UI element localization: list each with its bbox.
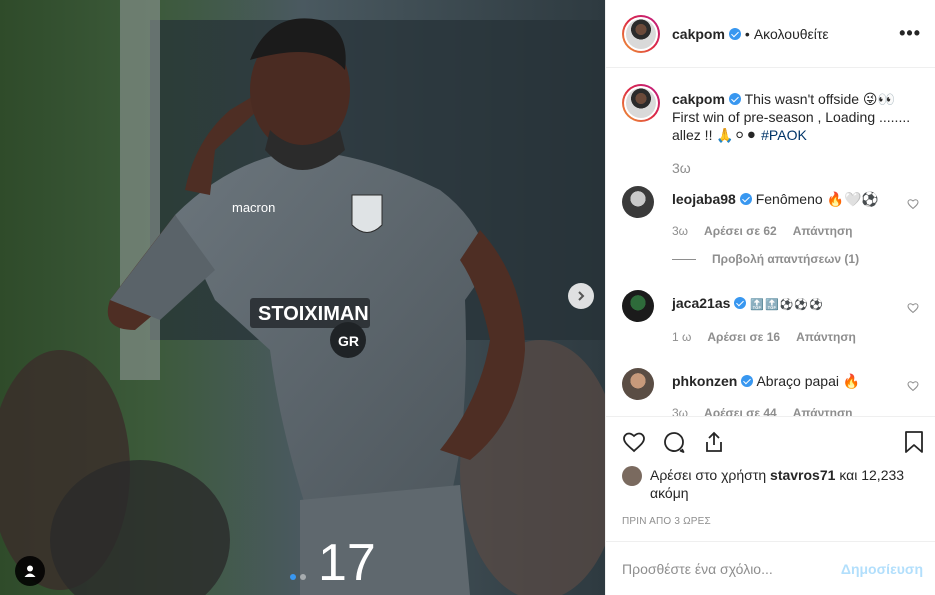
comment-item: leojaba98 Fenômeno 🔥🤍⚽ 3ω Αρέσει σε 62 Α… <box>622 186 919 268</box>
post-header: cakpom • Ακολουθείτε ••• <box>606 0 935 68</box>
post-side-panel: cakpom • Ακολουθείτε ••• cakpom This was… <box>605 0 935 595</box>
verified-badge-icon <box>741 375 754 387</box>
view-replies-label: Προβολή απαντήσεων (1) <box>712 252 860 266</box>
hashtag-link[interactable]: #PAOK <box>761 127 807 143</box>
sponsor-sub-text: GR <box>338 333 359 349</box>
shorts-number: 17 <box>318 534 376 592</box>
post-timestamp[interactable]: ΠΡΙΝ ΑΠΟ 3 ΩΡΕΣ <box>606 502 935 527</box>
comment-likes[interactable]: Αρέσει σε 62 <box>704 222 777 240</box>
like-comment-heart-icon[interactable] <box>907 198 919 210</box>
comments-list[interactable]: cakpom This wasn't offside 😜👀 First win … <box>606 68 935 416</box>
comment-item: phkonzen Abraço papai 🔥 3ω Αρέσει σε 44 … <box>622 368 919 416</box>
caption-avatar[interactable] <box>622 84 660 122</box>
like-comment-heart-icon[interactable] <box>907 380 919 392</box>
view-replies-button[interactable]: Προβολή απαντήσεων (1) <box>672 250 919 268</box>
brand-text: macron <box>232 200 275 215</box>
add-comment-form: Προσθέστε ένα σχόλιο... Δημοσίευση <box>606 541 935 595</box>
verified-badge-icon <box>734 297 747 309</box>
reply-button[interactable]: Απάντηση <box>793 222 853 240</box>
verified-badge-icon <box>728 93 741 105</box>
likes-prefix: Αρέσει στο χρήστη <box>650 467 767 483</box>
caption-time: 3ω <box>672 160 691 176</box>
caption-username[interactable]: cakpom <box>672 91 725 107</box>
commenter-avatar[interactable] <box>622 368 654 400</box>
comment-time: 1 ω <box>672 330 692 344</box>
likes-summary: Αρέσει στο χρήστη stavros71 και 12,233 α… <box>606 466 935 502</box>
next-slide-button[interactable] <box>568 283 594 309</box>
commenter-avatar[interactable] <box>622 186 654 218</box>
comment-text: Fenômeno 🔥🤍⚽ <box>755 191 879 207</box>
verified-badge-icon <box>739 193 752 205</box>
author-username[interactable]: cakpom <box>672 26 725 42</box>
comment-bubble-icon[interactable] <box>662 430 686 454</box>
post-photo[interactable]: STOIXIMAN GR macron 17 <box>0 0 605 595</box>
comment-time: 3ω <box>672 224 689 238</box>
post-comment-button[interactable]: Δημοσίευση <box>829 561 935 577</box>
sponsor-text: STOIXIMAN <box>258 303 369 325</box>
following-button[interactable]: Ακολουθείτε <box>754 26 829 42</box>
comment-text: 🔝🔝⚽⚽⚽ <box>750 299 824 311</box>
comment-username[interactable]: phkonzen <box>672 373 737 389</box>
slide-dot <box>300 574 306 580</box>
author-avatar[interactable] <box>622 14 660 53</box>
post-caption: cakpom This wasn't offside 😜👀 First win … <box>622 84 919 144</box>
comment-likes[interactable]: Αρέσει σε 44 <box>704 404 777 416</box>
liker-username[interactable]: stavros71 <box>770 467 835 483</box>
reply-button[interactable]: Απάντηση <box>793 404 853 416</box>
comment-input[interactable]: Προσθέστε ένα σχόλιο... <box>622 561 829 577</box>
comment-username[interactable]: leojaba98 <box>672 191 736 207</box>
liker-avatar[interactable] <box>622 466 642 486</box>
comment-text: Abraço papai 🔥 <box>756 373 861 389</box>
comment-username[interactable]: jaca21as <box>672 295 730 311</box>
comment-item: jaca21as 🔝🔝⚽⚽⚽ 1 ω Αρέσει σε 16 Απάντηση <box>622 290 919 346</box>
reply-button[interactable]: Απάντηση <box>796 328 856 346</box>
tagged-users-button[interactable] <box>15 556 45 586</box>
like-comment-heart-icon[interactable] <box>907 302 919 314</box>
post-actions-bar <box>606 416 935 466</box>
bookmark-icon[interactable] <box>903 430 925 454</box>
post-viewer: STOIXIMAN GR macron 17 cakpom • Ακολουθε… <box>0 0 935 595</box>
verified-badge-icon <box>728 27 741 40</box>
comment-time: 3ω <box>672 406 689 416</box>
header-separator: • <box>744 25 750 42</box>
chevron-right-icon <box>578 291 585 301</box>
slide-indicator <box>290 574 306 580</box>
more-options-button[interactable]: ••• <box>899 23 921 44</box>
like-heart-icon[interactable] <box>622 430 646 454</box>
share-icon[interactable] <box>702 430 726 454</box>
comment-likes[interactable]: Αρέσει σε 16 <box>707 328 780 346</box>
player-photo: STOIXIMAN GR macron 17 <box>0 0 605 595</box>
commenter-avatar[interactable] <box>622 290 654 322</box>
user-icon <box>24 565 36 577</box>
slide-dot-active <box>290 574 296 580</box>
